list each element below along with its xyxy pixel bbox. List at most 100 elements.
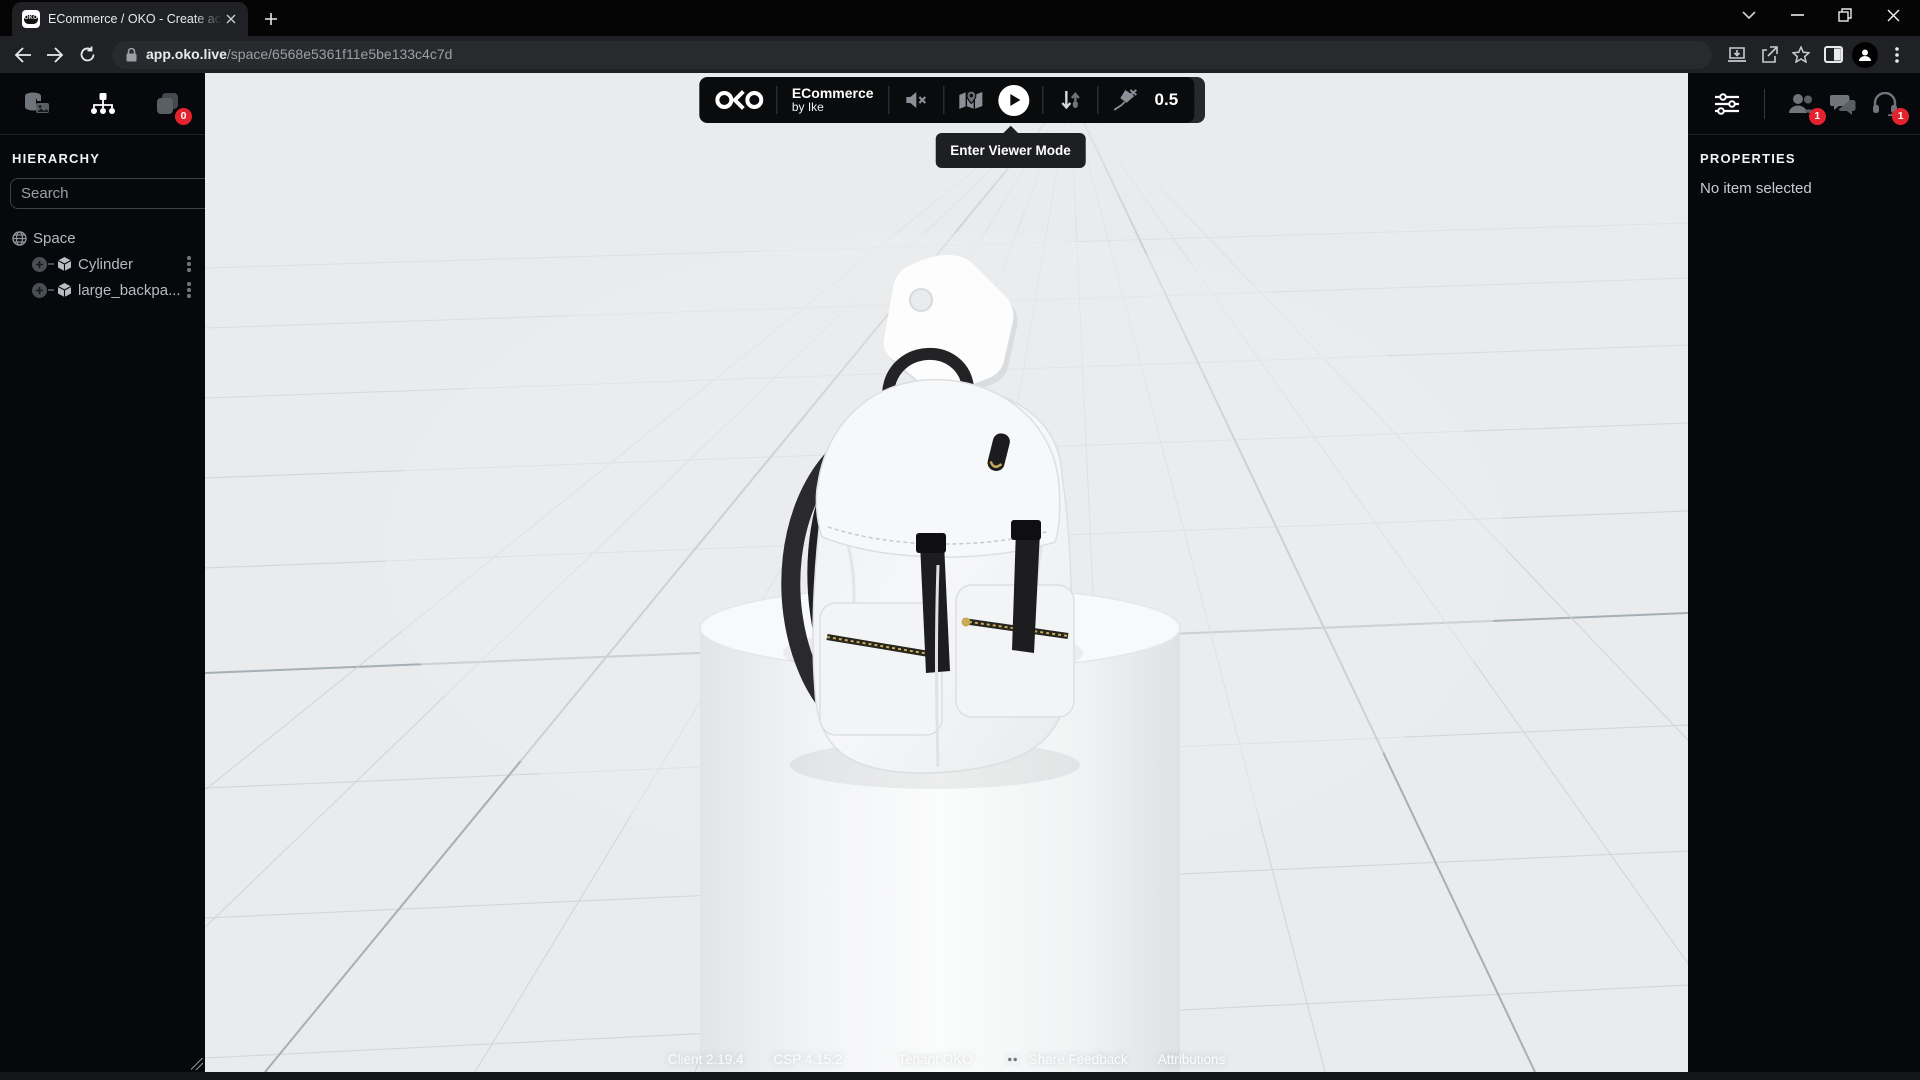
client-version: Client 2.19.4 — [668, 1052, 744, 1067]
space-owner: by Ike — [792, 101, 874, 115]
tree-item-label: Cylinder — [78, 256, 181, 273]
forward-icon[interactable] — [40, 40, 70, 70]
lock-icon — [126, 48, 137, 62]
globe-icon — [12, 231, 27, 246]
tree-connector — [48, 289, 54, 291]
toolbar-divider — [1098, 86, 1099, 114]
mute-audio-button[interactable] — [903, 86, 931, 114]
attributions-link[interactable]: Attributions — [1158, 1052, 1226, 1067]
support-badge: 1 — [1892, 108, 1909, 125]
assets-icon — [23, 91, 51, 117]
sliders-icon — [1714, 92, 1740, 116]
tenant-label: Tenant OKO — [898, 1052, 972, 1067]
tree-item-space[interactable]: Space — [12, 225, 199, 251]
tree-connector — [48, 263, 54, 265]
toolbar-divider — [889, 86, 890, 114]
window-restore-icon[interactable] — [1832, 2, 1858, 28]
share-feedback-link[interactable]: Share Feedback — [1003, 1052, 1128, 1067]
expand-toggle-icon[interactable] — [32, 257, 47, 272]
map-pin-icon — [959, 89, 985, 111]
share-feedback-label: Share Feedback — [1029, 1052, 1128, 1067]
new-tab-button[interactable] — [256, 4, 286, 34]
cube-icon — [57, 282, 72, 298]
browser-toolbar: app.oko.live/space/6568e5361f11e5be133c4… — [0, 36, 1920, 73]
item-menu-icon[interactable] — [187, 282, 191, 298]
hierarchy-tree: Space Cylinder larg — [0, 215, 205, 303]
toolbar-divider — [944, 86, 945, 114]
hierarchy-tab[interactable] — [86, 87, 120, 121]
hierarchy-title: HIERARCHY — [0, 135, 205, 166]
right-panel-tabs: 1 1 — [1688, 73, 1920, 135]
layers-tab[interactable]: 0 — [151, 87, 185, 121]
speed-mode-button[interactable] — [1112, 86, 1140, 114]
properties-empty-state: No item selected — [1688, 166, 1920, 211]
status-bar: Client 2.19.4 CSP 4.15.2 Tenant OKO Shar… — [205, 1052, 1688, 1067]
swap-vertical-icon — [1060, 89, 1082, 111]
3d-viewport[interactable]: ECommerce by Ike — [205, 73, 1688, 1072]
settings-tab[interactable] — [1710, 87, 1744, 121]
discord-icon — [1003, 1052, 1022, 1067]
panel-resize-handle[interactable] — [191, 1058, 203, 1070]
tooltip-text: Enter Viewer Mode — [950, 143, 1071, 158]
oko-favicon-icon: OKO — [22, 10, 40, 28]
search-input[interactable] — [21, 185, 220, 202]
enter-viewer-mode-button[interactable] — [999, 85, 1030, 116]
kite-disabled-icon — [1113, 88, 1139, 112]
bookmark-star-icon[interactable] — [1786, 40, 1816, 70]
chat-tab[interactable] — [1826, 87, 1860, 121]
properties-panel: 1 1 PROPERTIES No item selected — [1688, 73, 1920, 1072]
share-icon[interactable] — [1754, 40, 1784, 70]
speed-value: 0.5 — [1153, 90, 1179, 110]
item-menu-icon[interactable] — [187, 256, 191, 272]
assets-tab[interactable] — [20, 87, 54, 121]
window-chevron-icon[interactable] — [1736, 2, 1762, 28]
tab-close-icon[interactable] — [222, 10, 240, 28]
expand-toggle-icon[interactable] — [32, 283, 47, 298]
csp-version: CSP 4.15.2 — [774, 1052, 843, 1067]
url-path: /space/6568e5361f11e5be133c4c7d — [227, 46, 453, 62]
window-bottom-edge — [0, 1072, 1920, 1080]
sort-toggle-button[interactable] — [1057, 86, 1085, 114]
tree-item-label: large_backpa... — [78, 282, 181, 299]
space-info: ECommerce by Ike — [790, 85, 876, 115]
left-panel-tabs: 0 — [0, 73, 205, 135]
hierarchy-tree-icon — [90, 92, 116, 116]
cube-icon — [57, 256, 72, 272]
window-minimize-icon[interactable] — [1784, 2, 1810, 28]
space-toolbar: ECommerce by Ike — [699, 77, 1194, 123]
install-app-icon[interactable] — [1722, 40, 1752, 70]
oko-logo-icon — [715, 89, 763, 111]
reload-icon[interactable] — [72, 40, 102, 70]
toolbar-divider — [1043, 86, 1044, 114]
scene-render — [205, 73, 1688, 1072]
tabs-divider — [1764, 89, 1765, 119]
speaker-muted-icon — [905, 90, 929, 110]
properties-title: PROPERTIES — [1688, 135, 1920, 166]
people-tab[interactable]: 1 — [1785, 87, 1819, 121]
browser-menu-icon[interactable] — [1882, 40, 1912, 70]
profile-avatar[interactable] — [1852, 42, 1878, 68]
toolbar-divider — [776, 86, 777, 114]
tab-strip: OKO ECommerce / OKO - Create acro — [0, 0, 1920, 36]
window-controls — [1736, 0, 1912, 30]
tree-item-label: Space — [33, 230, 199, 247]
url-domain: app.oko.live — [146, 46, 227, 62]
map-button[interactable] — [958, 86, 986, 114]
space-name: ECommerce — [792, 85, 874, 101]
browser-window: OKO ECommerce / OKO - Create acro — [0, 0, 1920, 1080]
back-icon[interactable] — [8, 40, 38, 70]
chat-bubbles-icon — [1829, 92, 1857, 116]
viewer-mode-tooltip: Enter Viewer Mode — [935, 133, 1086, 168]
layers-badge: 0 — [175, 108, 192, 125]
address-bar[interactable]: app.oko.live/space/6568e5361f11e5be133c4… — [112, 41, 1712, 69]
hierarchy-panel: 0 HIERARCHY ... Space — [0, 73, 205, 1072]
side-panel-icon[interactable] — [1818, 40, 1848, 70]
tree-item-cylinder[interactable]: Cylinder — [12, 251, 199, 277]
play-icon — [1011, 94, 1021, 106]
tab-title-fade — [194, 2, 222, 36]
tree-item-backpack[interactable]: large_backpa... — [12, 277, 199, 303]
window-close-icon[interactable] — [1880, 2, 1906, 28]
support-tab[interactable]: 1 — [1868, 87, 1902, 121]
browser-tab[interactable]: OKO ECommerce / OKO - Create acro — [12, 2, 248, 36]
people-badge: 1 — [1809, 108, 1826, 125]
